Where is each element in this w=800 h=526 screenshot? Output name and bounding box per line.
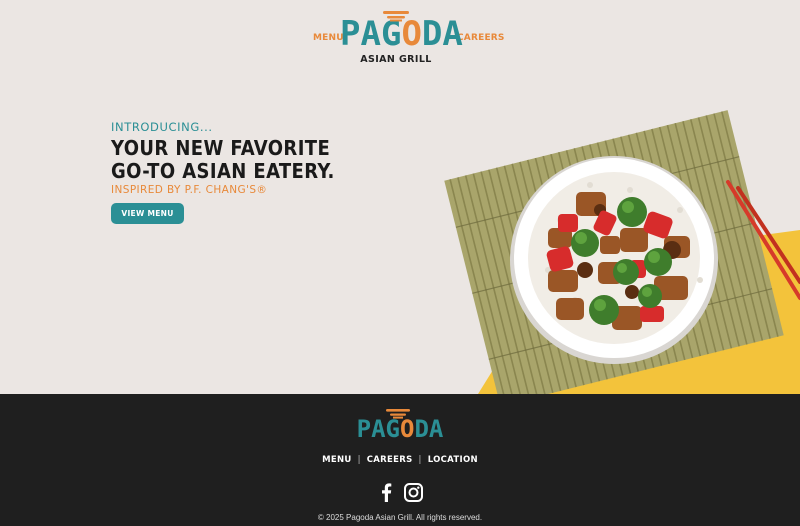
- footer-logo-wordmark: PAGODA: [356, 415, 444, 443]
- footer-separator: |: [418, 455, 422, 465]
- footer-separator: |: [357, 455, 361, 465]
- pagoda-roof-icon: [386, 409, 410, 419]
- footer-location-link[interactable]: LOCATION: [428, 455, 478, 465]
- logo-subtitle: ASIAN GRILL: [360, 54, 432, 65]
- instagram-icon[interactable]: [404, 483, 423, 502]
- hero-inspired-by: INSPIRED BY P.F. CHANG'S®: [111, 184, 268, 196]
- pagoda-roof-icon: [383, 11, 409, 22]
- nav-careers-link[interactable]: CAREERS: [457, 33, 505, 43]
- footer-nav: MENU | CAREERS | LOCATION: [0, 455, 800, 465]
- pagoda-logo[interactable]: PAGODA ASIAN GRILL: [340, 8, 463, 65]
- view-menu-button[interactable]: VIEW MENU: [111, 203, 184, 224]
- hero-intro: INTRODUCING...: [111, 120, 213, 134]
- headline-line-1: YOUR NEW FAVORITE: [111, 136, 331, 160]
- footer-careers-link[interactable]: CAREERS: [367, 455, 413, 465]
- headline-line-2: GO-TO ASIAN EATERY.: [111, 159, 335, 183]
- hero-section: MENU CAREERS PAGODA ASIAN GRILL INTRODUC…: [0, 0, 800, 394]
- footer-menu-link[interactable]: MENU: [322, 455, 351, 465]
- copyright-text: © 2025 Pagoda Asian Grill. All rights re…: [317, 513, 483, 522]
- hero-headline: YOUR NEW FAVORITE GO-TO ASIAN EATERY.: [111, 137, 335, 183]
- footer-logo[interactable]: PAGODA: [356, 408, 444, 442]
- footer: PAGODA MENU | CAREERS | LOCATION © 2025 Pago…: [0, 394, 800, 526]
- facebook-icon[interactable]: [380, 483, 392, 502]
